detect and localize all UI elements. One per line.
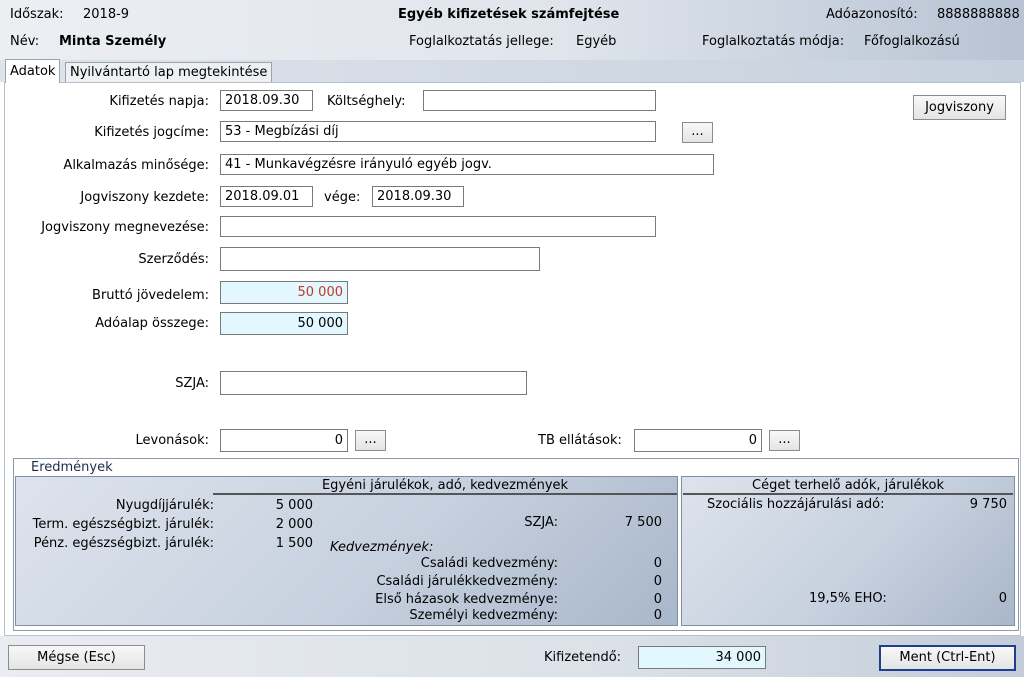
eho-value: 0 (998, 591, 1007, 606)
employment-quality-field[interactable]: 41 - Munkavégzésre irányuló egyéb jogv. (220, 154, 714, 175)
legal-start-label: Jogviszony kezdete: (80, 190, 209, 205)
tb-field[interactable]: 0 (634, 429, 762, 452)
deductions-lookup-button[interactable]: ... (355, 430, 386, 451)
cost-center-field[interactable] (423, 90, 656, 111)
payment-title-label: Kifizetés jogcíme: (94, 125, 209, 140)
social-contribution-label: Szociális hozzájárulási adó: (707, 497, 885, 512)
period-label: Időszak: (10, 7, 64, 22)
payable-label: Kifizetendő: (544, 650, 622, 665)
company-section-title: Céget terhelő adók, járulékok (683, 478, 1013, 495)
payment-date-field[interactable]: 2018.09.30 (220, 90, 313, 111)
page-title: Egyéb kifizetések számfejtése (398, 7, 620, 22)
family-discount-value: 0 (653, 556, 662, 571)
payment-title-lookup-button[interactable]: ... (682, 122, 713, 143)
payment-title-field[interactable]: 53 - Megbízási díj (220, 121, 656, 142)
payable-field: 34 000 (638, 646, 766, 669)
pension-label: Nyugdíjjárulék: (115, 498, 214, 513)
name-label: Név: (10, 34, 40, 49)
social-contribution-value: 9 750 (969, 497, 1007, 512)
tb-lookup-button[interactable]: ... (769, 430, 800, 451)
tax-base-label: Adóalap összege: (95, 316, 209, 331)
legal-name-field[interactable] (220, 216, 656, 237)
legal-end-label: vége: (324, 190, 361, 205)
personal-discount-label: Személyi kedvezmény: (409, 608, 558, 623)
tax-id-value: 8888888888 (937, 7, 1020, 22)
employment-mode-value: Főfoglalkozású (864, 34, 960, 49)
tab-adatok[interactable]: Adatok (5, 59, 61, 83)
name-value: Minta Személy (59, 34, 167, 49)
eho-label: 19,5% EHO: (809, 591, 887, 606)
pension-value: 5 000 (275, 498, 313, 513)
cancel-button[interactable]: Mégse (Esc) (8, 645, 145, 670)
tax-base-field[interactable]: 50 000 (220, 312, 348, 335)
result-szja-value: 7 500 (624, 515, 662, 530)
discounts-title: Kedvezmények: (330, 540, 434, 555)
newlywed-discount-label: Első házasok kedvezménye: (375, 592, 558, 607)
health-cash-value: 1 500 (275, 536, 313, 551)
cost-center-label: Költséghely: (327, 94, 406, 109)
tb-label: TB ellátások: (538, 433, 622, 448)
employment-type-label: Foglalkoztatás jellege: (409, 34, 554, 49)
szja-field[interactable] (220, 371, 527, 395)
tab-nyilvantarto-lap[interactable]: Nyilvántartó lap megtekintése (65, 62, 273, 83)
newlywed-discount-value: 0 (653, 592, 662, 607)
contract-label: Szerződés: (138, 252, 209, 267)
legal-start-field[interactable]: 2018.09.01 (220, 186, 313, 207)
legal-name-label: Jogviszony megnevezése: (41, 220, 209, 235)
health-in-kind-label: Term. egészségbizt. járulék: (32, 517, 214, 532)
tax-id-label: Adóazonosító: (826, 7, 918, 22)
results-title: Eredmények (28, 460, 116, 475)
contract-field[interactable] (220, 247, 540, 271)
individual-section-title: Egyéni járulékok, adó, kedvezmények (213, 478, 677, 495)
health-cash-label: Pénz. egészségbizt. járulék: (33, 536, 214, 551)
period-value: 2018-9 (83, 7, 130, 22)
gross-income-label: Bruttó jövedelem: (92, 288, 209, 303)
employment-quality-label: Alkalmazás minősége: (63, 158, 209, 173)
deductions-label: Levonások: (135, 433, 210, 448)
save-button[interactable]: Ment (Ctrl-Ent) (879, 645, 1016, 671)
personal-discount-value: 0 (653, 608, 662, 623)
footer-bar (0, 636, 1024, 677)
family-discount-label: Családi kedvezmény: (420, 556, 558, 571)
result-szja-label: SZJA: (524, 515, 558, 530)
header-bar: Időszak: 2018-9 Egyéb kifizetések számfe… (0, 0, 1024, 60)
family-contribution-discount-label: Családi járulékkedvezmény: (376, 574, 558, 589)
payment-date-label: Kifizetés napja: (109, 94, 209, 109)
gross-income-field[interactable]: 50 000 (220, 281, 348, 304)
employment-mode-label: Foglalkoztatás módja: (702, 34, 845, 49)
legal-end-field[interactable]: 2018.09.30 (372, 186, 464, 207)
health-in-kind-value: 2 000 (275, 517, 313, 532)
szja-label: SZJA: (175, 376, 209, 391)
deductions-field[interactable]: 0 (220, 429, 348, 452)
jogviszony-button[interactable]: Jogviszony (913, 95, 1006, 120)
employment-type-value: Egyéb (576, 34, 617, 49)
family-contribution-discount-value: 0 (653, 574, 662, 589)
